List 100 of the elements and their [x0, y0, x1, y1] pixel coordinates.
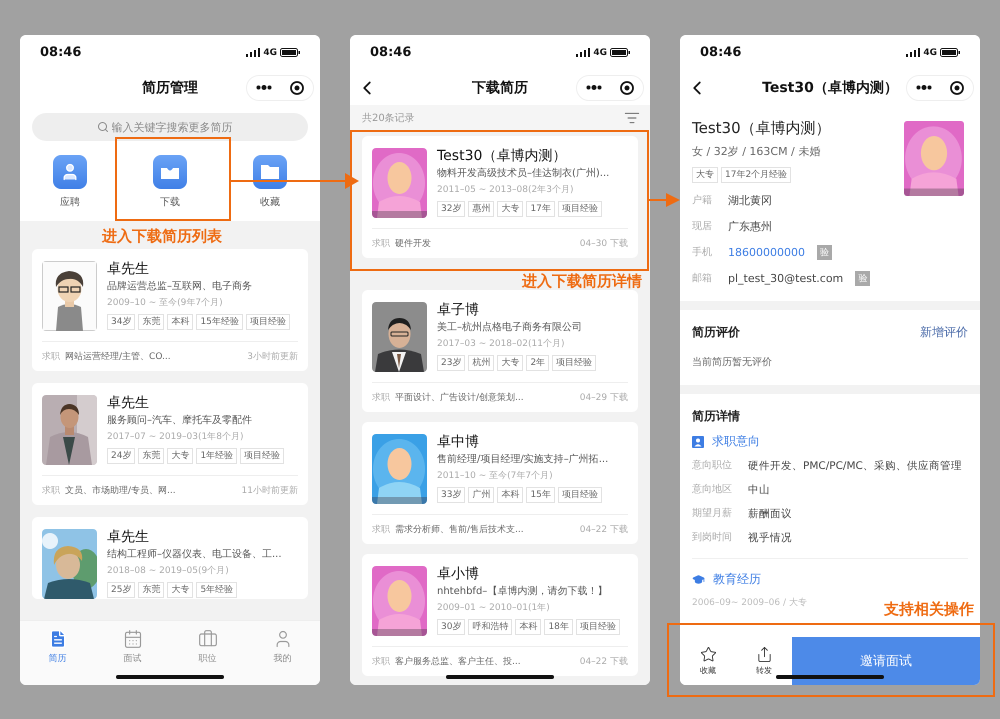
job-headline: 售前经理/项目经理/实施支持–广州拓... [437, 453, 610, 467]
field-label: 手机 [692, 246, 713, 259]
job-label: 求职 [372, 656, 390, 668]
tag: 24岁 [107, 448, 136, 464]
filter-icon[interactable] [624, 110, 640, 126]
tag: 项目经验 [240, 448, 284, 464]
update-time: 04–22 下载 [580, 656, 628, 668]
tag: 17年 [526, 201, 555, 217]
job-intent: 客户服务总监、客户主任、投... [395, 656, 521, 668]
tag: 17年2个月经验 [721, 167, 792, 183]
add-review-link[interactable]: 新增评价 [920, 324, 968, 341]
shortcut-button[interactable]: 下载 [120, 155, 220, 209]
tag: 东莞 [138, 582, 164, 598]
folder-icon [260, 164, 280, 180]
capsule-menu[interactable] [246, 74, 314, 100]
tab-item[interactable]: 简历 [20, 629, 95, 665]
field-value: 广东惠州 [728, 218, 772, 234]
section-title: 简历评价 [692, 324, 740, 341]
resume-card[interactable]: 卓中博 售前经理/项目经理/实施支持–广州拓... 2011–10 ~ 至今(7年7个月) 33岁 广州 本科 15年 项目经验 求职 需求分析师、售前/售后技术支... 04–22 下载 [362, 422, 638, 544]
tag: 大专 [167, 582, 194, 598]
subsection-title: 教育经历 [713, 571, 761, 588]
star-icon [700, 646, 716, 663]
candidate-name: Test30（卓博内测） [437, 148, 568, 165]
more-icon[interactable] [916, 85, 932, 90]
status-time: 08:46 [370, 45, 412, 60]
candidate-name: Test30（卓博内测） [692, 119, 832, 138]
tag: 项目经验 [246, 314, 290, 330]
field-label: 期望月薪 [692, 506, 732, 521]
tag: 大专 [497, 355, 524, 371]
target-icon[interactable] [950, 80, 964, 94]
job-intent: 网站运营经理/主管、CO... [65, 350, 171, 363]
tag: 项目经验 [576, 619, 620, 635]
candidate-name: 卓小博 [437, 566, 480, 583]
tab-item[interactable]: 我的 [245, 629, 320, 665]
search-input[interactable]: 输入关键字搜索更多简历 [112, 120, 244, 134]
candidate-name: 卓子博 [437, 302, 480, 319]
update-time: 04–29 下载 [580, 392, 628, 404]
tag: 25岁 [107, 582, 136, 598]
job-headline: 结构工程师–仪器仪表、电工设备、工... [107, 548, 283, 562]
capsule-menu[interactable] [906, 74, 974, 100]
status-time: 08:46 [40, 45, 82, 60]
resume-card[interactable]: 卓先生 结构工程师–仪器仪表、电工设备、工... 2018–08 ~ 2019–05(9个月) 25岁 东莞 大专 5年经验 [32, 517, 308, 599]
job-intent: 硬件开发 [395, 238, 431, 250]
capsule-menu[interactable] [576, 74, 644, 100]
candidate-info: 女 / 32岁 / 163CM / 未婚 [692, 144, 822, 159]
field-value: 中山 [748, 483, 770, 498]
field-value: 湖北黄冈 [728, 192, 772, 208]
signal-icon [576, 48, 590, 57]
status-time: 08:46 [700, 45, 742, 60]
tag: 呼和浩特 [468, 619, 512, 635]
network-label: 4G [923, 48, 937, 58]
candidate-name: 卓先生 [107, 261, 150, 278]
job-headline: 品牌运营总监–互联网、电子商务 [107, 280, 253, 294]
work-period: 2017–03 ~ 2018–02(11个月) [437, 338, 566, 351]
tag: 东莞 [138, 448, 164, 464]
job-label: 求职 [372, 238, 390, 250]
resume-card[interactable]: 卓子博 美工–杭州点格电子商务有限公司 2017–03 ~ 2018–02(11个月) 23岁 杭州 大专 2年 项目经验 求职 平面设计、广告设计/创意策划... 04–29 下载 [362, 290, 638, 412]
page-title: 下载简历 [472, 78, 528, 96]
job-label: 求职 [372, 524, 390, 536]
candidate-name: 卓中博 [437, 434, 480, 451]
arrow [649, 192, 680, 208]
page-title: 简历管理 [142, 78, 198, 96]
update-time: 11小时前更新 [242, 484, 298, 497]
search-icon [96, 121, 108, 133]
shortcut-button[interactable]: 应聘 [20, 155, 120, 209]
field-value: pl_test_30@test.com [728, 272, 844, 284]
field-label: 邮箱 [692, 272, 713, 285]
phone-link[interactable]: 18600000000 [728, 246, 805, 258]
shortcut-button[interactable]: 收藏 [220, 155, 320, 209]
field-label: 意向地区 [692, 482, 732, 497]
field-value: 硬件开发、PMC/PC/MC、采购、供应商管理 [748, 459, 962, 474]
job-label: 求职 [42, 350, 60, 363]
job-headline: nhtehbfd–【卓博内测，请勿下载！】 [437, 585, 608, 599]
tag: 5年经验 [196, 582, 238, 598]
tag: 2年 [526, 355, 550, 371]
work-period: 2011–05 ~ 2013–08(2年3个月) [437, 184, 574, 197]
tag: 大专 [497, 201, 524, 217]
record-count: 共20条记录 [362, 112, 415, 125]
job-headline: 服务顾问–汽车、摩托车及零配件 [107, 414, 253, 428]
tag: 东莞 [138, 314, 164, 330]
work-period: 2009–10 ~ 至今(9年7个月) [107, 296, 224, 310]
tag: 本科 [497, 487, 524, 503]
resume-card[interactable]: 卓先生 品牌运营总监–互联网、电子商务 2009–10 ~ 至今(9年7个月) 34岁 东莞 本科 15年经验 项目经验 求职 网站运营经理/主管、CO... 3小时前更新 [32, 249, 308, 371]
resume-card[interactable]: 卓先生 服务顾问–汽车、摩托车及零配件 2017–07 ~ 2019–03(1年8个月) 24岁 东莞 大专 1年经验 项目经验 求职 文员、市场助理/专员、网... 11小时前更新 [32, 383, 308, 505]
target-icon[interactable] [620, 80, 634, 94]
tag: 33岁 [437, 487, 466, 503]
more-icon[interactable] [256, 85, 272, 90]
target-icon[interactable] [290, 80, 304, 94]
tag: 项目经验 [558, 487, 602, 503]
subsection-title: 求职意向 [712, 433, 760, 450]
update-time: 04–30 下载 [580, 238, 628, 250]
search-field[interactable]: 输入关键字搜索更多简历 [32, 113, 308, 141]
resume-card[interactable]: 卓小博 nhtehbfd–【卓博内测，请勿下载！】 2009–01 ~ 2010–01(1年) 30岁 呼和浩特 本科 18年 项目经验 求职 客户服务总监、客户主任、投... 04–22 下载 [362, 554, 638, 676]
battery-icon [610, 48, 630, 57]
resume-card[interactable]: Test30（卓博内测） 物料开发高级技术员–佳达制衣(广州)... 2011–05 ~ 2013–08(2年3个月) 32岁 惠州 大专 17年 项目经验 求职 硬件开发 04–30 下载 [362, 136, 638, 258]
more-icon[interactable] [586, 85, 602, 90]
tag: 15年 [526, 487, 555, 503]
network-label: 4G [593, 48, 607, 58]
tag: 32岁 [437, 201, 466, 217]
signal-icon [906, 48, 920, 57]
